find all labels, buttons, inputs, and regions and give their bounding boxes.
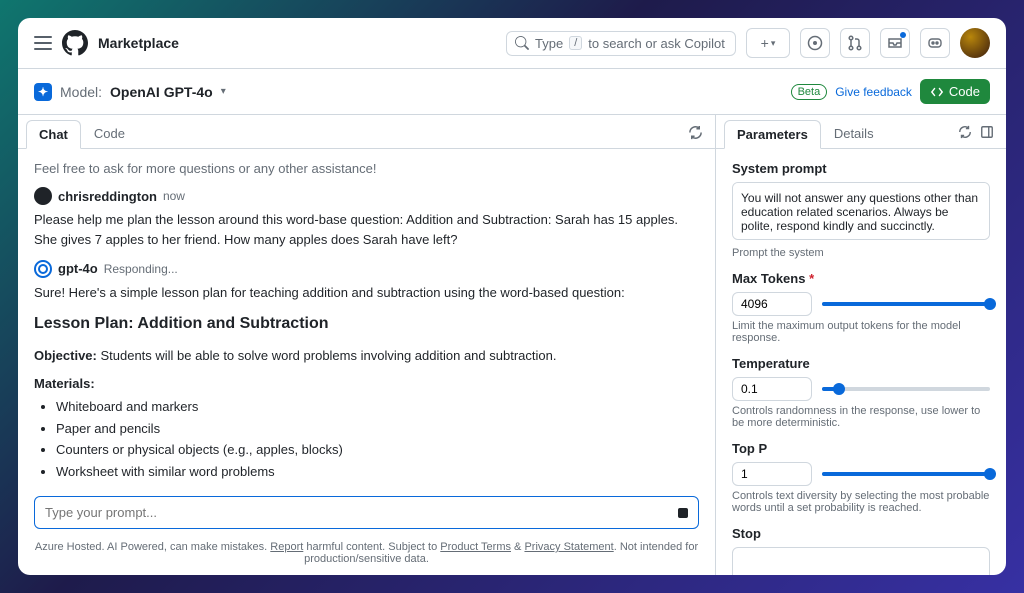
beta-badge: Beta	[791, 84, 828, 100]
kbd-slash: /	[569, 36, 582, 50]
max-tokens-hint: Limit the maximum output tokens for the …	[732, 320, 990, 344]
list-item: Counters or physical objects (e.g., appl…	[56, 440, 699, 460]
main-area: Chat Code Feel free to ask for more ques…	[18, 115, 1006, 575]
assistant-msg-header: gpt-4o Responding...	[34, 259, 699, 279]
tab-code[interactable]: Code	[81, 119, 138, 148]
refresh-icon[interactable]	[954, 121, 976, 146]
sidebar-toggle-icon[interactable]	[976, 121, 998, 146]
brand-label[interactable]: Marketplace	[98, 35, 179, 51]
code-button[interactable]: Code	[920, 79, 990, 104]
legal-footer: Azure Hosted. AI Powered, can make mista…	[18, 537, 715, 575]
materials-heading: Materials:	[34, 374, 699, 394]
top-p-input[interactable]	[732, 462, 812, 486]
stop-label: Stop	[732, 526, 990, 541]
max-tokens-label: Max Tokens *	[732, 271, 990, 286]
prompt-input[interactable]	[34, 496, 699, 529]
list-item: Paper and pencils	[56, 419, 699, 439]
copilot-icon[interactable]	[920, 28, 950, 58]
tab-chat[interactable]: Chat	[26, 120, 81, 149]
user-avatar-icon	[34, 187, 52, 205]
top-p-label: Top P	[732, 441, 990, 456]
code-icon	[930, 85, 944, 99]
chat-scroll[interactable]: Feel free to ask for more questions or a…	[18, 149, 715, 488]
model-bar: ✦ Model: OpenAI GPT-4o ▾ Beta Give feedb…	[18, 69, 1006, 115]
tab-details[interactable]: Details	[821, 119, 887, 148]
objective-line: Objective: Students will be able to solv…	[34, 346, 699, 366]
max-tokens-input[interactable]	[732, 292, 812, 316]
give-feedback-link[interactable]: Give feedback	[835, 85, 912, 99]
list-item: Worksheet with similar word problems	[56, 462, 699, 482]
stop-icon[interactable]	[678, 508, 688, 518]
max-tokens-slider[interactable]	[822, 302, 990, 306]
user-name: chrisreddington	[58, 187, 157, 207]
materials-list: Whiteboard and markers Paper and pencils…	[56, 397, 699, 481]
temperature-label: Temperature	[732, 356, 990, 371]
github-logo-icon[interactable]	[62, 30, 88, 56]
privacy-link[interactable]: Privacy Statement	[524, 541, 613, 553]
issues-icon[interactable]	[800, 28, 830, 58]
menu-icon[interactable]	[34, 36, 52, 50]
prompt-input-wrap	[18, 488, 715, 537]
notification-dot	[900, 32, 906, 38]
chevron-down-icon[interactable]: ▾	[221, 86, 226, 97]
search-placeholder-suffix: to search or ask Copilot	[588, 36, 725, 51]
chevron-down-icon: ▾	[771, 38, 776, 49]
app-window: Marketplace Type / to search or ask Copi…	[18, 18, 1006, 575]
search-placeholder-prefix: Type	[535, 36, 563, 51]
search-icon	[515, 36, 529, 50]
inbox-icon[interactable]	[880, 28, 910, 58]
assistant-avatar-icon	[34, 260, 52, 278]
tab-parameters[interactable]: Parameters	[724, 120, 821, 149]
product-terms-link[interactable]: Product Terms	[440, 541, 511, 553]
parameters-panel: Parameters Details System prompt Prompt …	[716, 115, 1006, 575]
temperature-hint: Controls randomness in the response, use…	[732, 405, 990, 429]
model-provider-icon: ✦	[34, 83, 52, 101]
system-prompt-label: System prompt	[732, 161, 990, 176]
search-input[interactable]: Type / to search or ask Copilot	[506, 31, 736, 56]
list-item: Whiteboard and markers	[56, 397, 699, 417]
assistant-status: Responding...	[104, 260, 178, 278]
right-tabs: Parameters Details	[716, 115, 1006, 149]
model-name[interactable]: OpenAI GPT-4o	[110, 84, 213, 100]
user-msg-body: Please help me plan the lesson around th…	[34, 210, 699, 249]
top-p-slider[interactable]	[822, 472, 990, 476]
top-p-hint: Controls text diversity by selecting the…	[732, 490, 990, 514]
assistant-name: gpt-4o	[58, 259, 98, 279]
avatar[interactable]	[960, 28, 990, 58]
stop-input[interactable]	[732, 547, 990, 575]
plus-icon: +	[761, 35, 769, 51]
user-msg-header: chrisreddington now	[34, 187, 699, 207]
refresh-icon[interactable]	[684, 121, 707, 147]
new-button[interactable]: +▾	[746, 28, 790, 58]
model-label: Model:	[60, 84, 102, 100]
system-prompt-hint: Prompt the system	[732, 247, 990, 259]
temperature-input[interactable]	[732, 377, 812, 401]
lesson-title: Lesson Plan: Addition and Subtraction	[34, 312, 699, 336]
system-prompt-input[interactable]	[732, 182, 990, 240]
topbar: Marketplace Type / to search or ask Copi…	[18, 18, 1006, 69]
prompt-textfield[interactable]	[45, 505, 670, 520]
report-link[interactable]: Report	[270, 541, 303, 553]
chat-panel: Chat Code Feel free to ask for more ques…	[18, 115, 716, 575]
left-tabs: Chat Code	[18, 115, 715, 149]
parameters-body: System prompt Prompt the system Max Toke…	[716, 149, 1006, 575]
pull-requests-icon[interactable]	[840, 28, 870, 58]
system-note: Feel free to ask for more questions or a…	[34, 159, 699, 179]
temperature-slider[interactable]	[822, 387, 990, 391]
user-time: now	[163, 187, 185, 205]
assistant-intro: Sure! Here's a simple lesson plan for te…	[34, 283, 699, 303]
